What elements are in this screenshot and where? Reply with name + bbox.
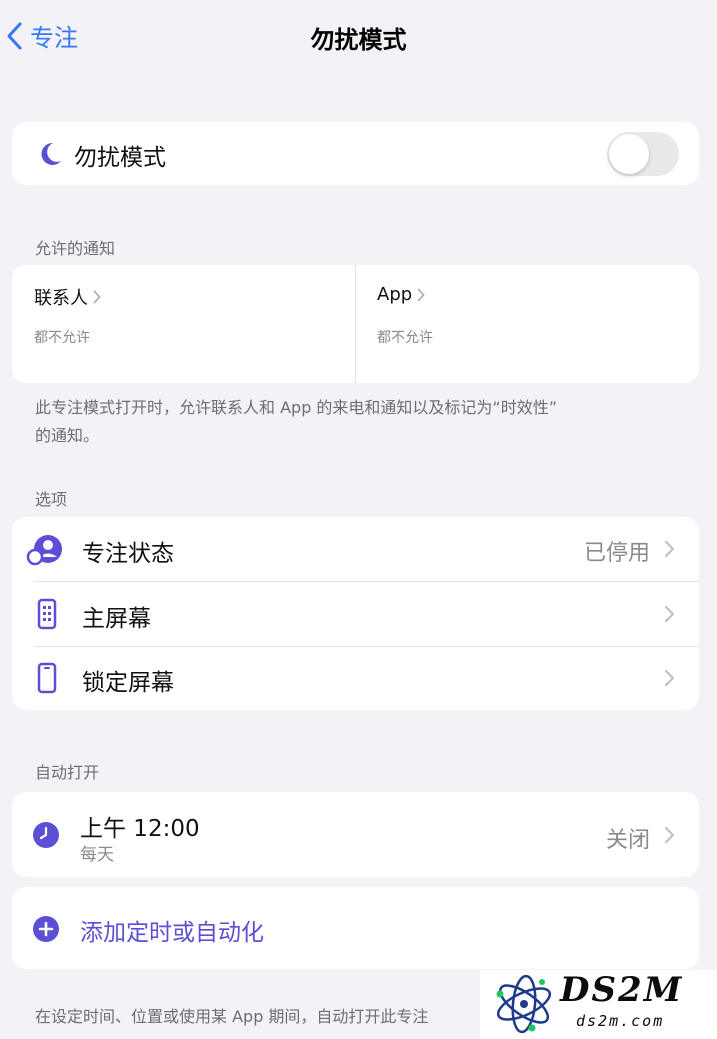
moon-icon [41,142,61,165]
option-row-lock-screen[interactable]: 锁定屏幕 [12,647,699,710]
options-section-header: 选项 [35,490,68,509]
focus-status-icon [26,535,62,566]
option-label: 锁定屏幕 [82,670,174,696]
toggle-knob [609,134,649,174]
allowed-section-header: 允许的通知 [35,239,116,258]
option-label: 主屏幕 [82,606,151,632]
allowed-apps-cell[interactable]: App 都不允许 [355,265,699,383]
add-automation-button[interactable]: 添加定时或自动化 [12,887,699,969]
apps-title: App [377,284,413,305]
chevron-right-icon [664,540,675,558]
atom-logo-icon [496,974,552,1034]
chevron-right-icon [417,288,425,301]
contacts-title-wrap: 联系人 [34,284,101,310]
clock-icon [33,822,59,848]
allowed-contacts-cell[interactable]: 联系人 都不允许 [12,265,355,383]
page-title: 勿扰模式 [310,26,407,54]
allowed-card: 联系人 都不允许 App 都不允许 [12,265,699,383]
option-row-home-screen[interactable]: 主屏幕 [12,582,699,646]
schedule-card[interactable]: 上午 12:00 每天 关闭 [12,792,699,877]
options-card: 专注状态 已停用 主屏幕 锁定屏幕 [12,517,699,710]
option-value: 已停用 [583,541,650,566]
chevron-right-icon [664,669,675,687]
dnd-label: 勿扰模式 [74,145,166,171]
add-automation-label: 添加定时或自动化 [80,920,264,946]
dnd-toggle[interactable] [607,132,679,176]
chevron-right-icon [664,826,675,844]
contacts-title: 联系人 [34,288,88,309]
watermark-url: ds2m.com [576,1012,665,1030]
option-label: 专注状态 [82,541,174,567]
dnd-card: 勿扰模式 [12,122,699,185]
apps-title-wrap: App [377,284,425,305]
contacts-subtitle: 都不允许 [34,330,90,346]
home-screen-icon [37,598,57,630]
allowed-footer-line2: 的通知。 [35,426,100,445]
watermark-title: DS2M [560,970,684,1010]
chevron-right-icon [664,605,675,623]
auto-footer: 在设定时间、位置或使用某 App 期间，自动打开此专注 [35,1007,429,1026]
auto-section-header: 自动打开 [35,763,100,782]
allowed-footer: 此专注模式打开时，允许联系人和 App 的来电和通知以及标记为“时效性” 的通知… [35,394,675,450]
plus-circle-icon [33,916,59,942]
schedule-time: 上午 12:00 [80,816,200,842]
lock-screen-icon [37,662,57,694]
watermark: DS2M ds2m.com [480,970,717,1039]
option-row-focus-status[interactable]: 专注状态 已停用 [12,517,699,581]
chevron-right-icon [93,290,101,304]
apps-subtitle: 都不允许 [377,330,433,346]
schedule-repeat: 每天 [80,845,114,865]
allowed-footer-line1: 此专注模式打开时，允许联系人和 App 的来电和通知以及标记为“时效性” [35,398,558,417]
schedule-value: 关闭 [605,828,650,853]
